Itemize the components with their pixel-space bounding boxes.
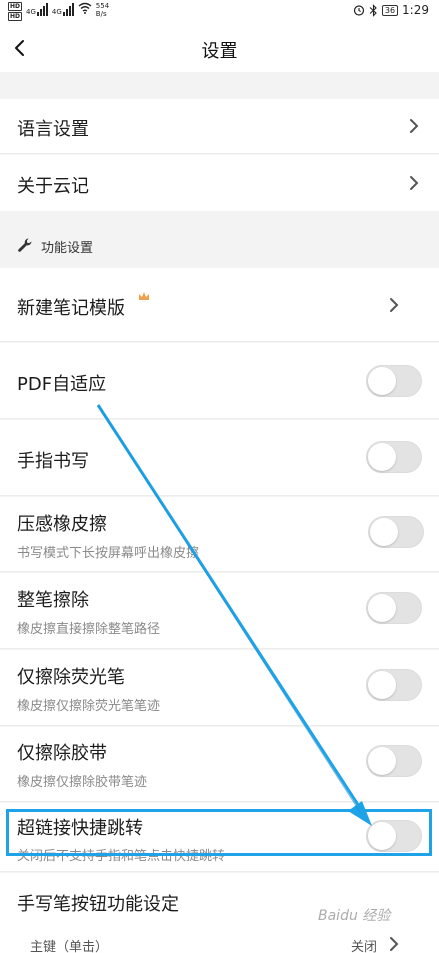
hd-badge-2: HD: [8, 12, 23, 21]
row-finger-writing: 手指书写: [0, 420, 439, 496]
network-speed: 554 B/s: [96, 2, 109, 18]
hd-indicators: HD HD: [8, 2, 23, 21]
network-speed-unit: B/s: [95, 10, 107, 18]
whole-stroke-erase-toggle[interactable]: [366, 592, 422, 624]
row-erase-tape-sub: 橡皮擦仅擦除胶带笔迹: [17, 775, 148, 790]
row-about-label: 关于云记: [17, 176, 89, 197]
row-whole-stroke-erase-label: 整笔擦除: [17, 590, 89, 611]
row-pressure-eraser: 压感橡皮擦 书写模式下长按屏幕呼出橡皮擦: [0, 497, 439, 572]
section-title: 功能设置: [41, 241, 94, 256]
signal-2-icon: 4G: [52, 2, 74, 16]
row-erase-tape-label: 仅擦除胶带: [17, 743, 107, 764]
chevron-right-icon: [410, 176, 419, 190]
pdf-adaptive-toggle[interactable]: [366, 365, 422, 397]
highlight-box: [6, 809, 432, 856]
row-whole-stroke-erase-sub: 橡皮擦直接擦除整笔路径: [17, 622, 161, 637]
nav-bar: 设置: [0, 26, 439, 72]
pressure-eraser-toggle[interactable]: [368, 516, 424, 548]
battery-icon: 36: [381, 4, 399, 16]
signal-2-label: 4G: [51, 8, 62, 16]
row-erase-highlighter-sub: 橡皮擦仅擦除荧光笔笔迹: [17, 699, 161, 714]
row-erase-highlighter-label: 仅擦除荧光笔: [17, 667, 125, 688]
status-left: HD HD 4G 4G 554 B/s: [8, 2, 109, 21]
chevron-right-icon: [410, 119, 419, 133]
row-pdf-adaptive: PDF自适应: [0, 343, 439, 419]
finger-writing-toggle[interactable]: [366, 441, 422, 473]
row-pressure-eraser-sub: 书写模式下长按屏幕呼出橡皮擦: [17, 546, 200, 561]
erase-highlighter-toggle[interactable]: [366, 669, 422, 701]
row-pen-button-label: 手写笔按钮功能设定: [17, 894, 179, 915]
primary-key-value[interactable]: 关闭: [351, 936, 377, 953]
row-pdf-adaptive-label: PDF自适应: [17, 374, 107, 395]
wrench-icon: [18, 238, 32, 252]
row-erase-tape: 仅擦除胶带 橡皮擦仅擦除胶带笔迹: [0, 727, 439, 802]
row-erase-highlighter: 仅擦除荧光笔 橡皮擦仅擦除荧光笔笔迹: [0, 650, 439, 726]
clock-time: 1:29: [402, 3, 429, 17]
crown-icon: [139, 292, 149, 300]
section-header-features: 功能设置: [0, 226, 439, 266]
page-title: 设置: [201, 41, 238, 62]
row-new-note-template-label: 新建笔记模版: [17, 298, 125, 319]
row-finger-writing-label: 手指书写: [17, 451, 89, 472]
hd-badge-1: HD: [8, 2, 23, 11]
alarm-icon: [353, 5, 364, 16]
wifi-icon: [78, 2, 92, 14]
network-speed-value: 554: [95, 2, 110, 10]
signal-1-label: 4G: [26, 8, 36, 16]
row-pressure-eraser-label: 压感橡皮擦: [17, 514, 107, 535]
row-whole-stroke-erase: 整笔擦除 橡皮擦直接擦除整笔路径: [0, 573, 439, 649]
row-new-note-template[interactable]: 新建笔记模版: [0, 268, 439, 342]
status-right: 36 1:29: [353, 3, 429, 17]
status-bar: HD HD 4G 4G 554 B/s 36 1:29: [0, 0, 439, 26]
erase-tape-toggle[interactable]: [366, 745, 422, 777]
chevron-right-icon: [390, 937, 399, 951]
bluetooth-icon: [369, 3, 377, 17]
chevron-right-icon: [390, 298, 399, 312]
signal-1-icon: 4G: [26, 2, 48, 16]
row-primary-key-label[interactable]: 主键（单击）: [30, 936, 108, 953]
row-about[interactable]: 关于云记: [0, 155, 439, 211]
row-language-settings[interactable]: 语言设置: [0, 99, 439, 154]
watermark: Baidu 经验: [318, 908, 391, 924]
row-language-settings-label: 语言设置: [17, 119, 89, 140]
